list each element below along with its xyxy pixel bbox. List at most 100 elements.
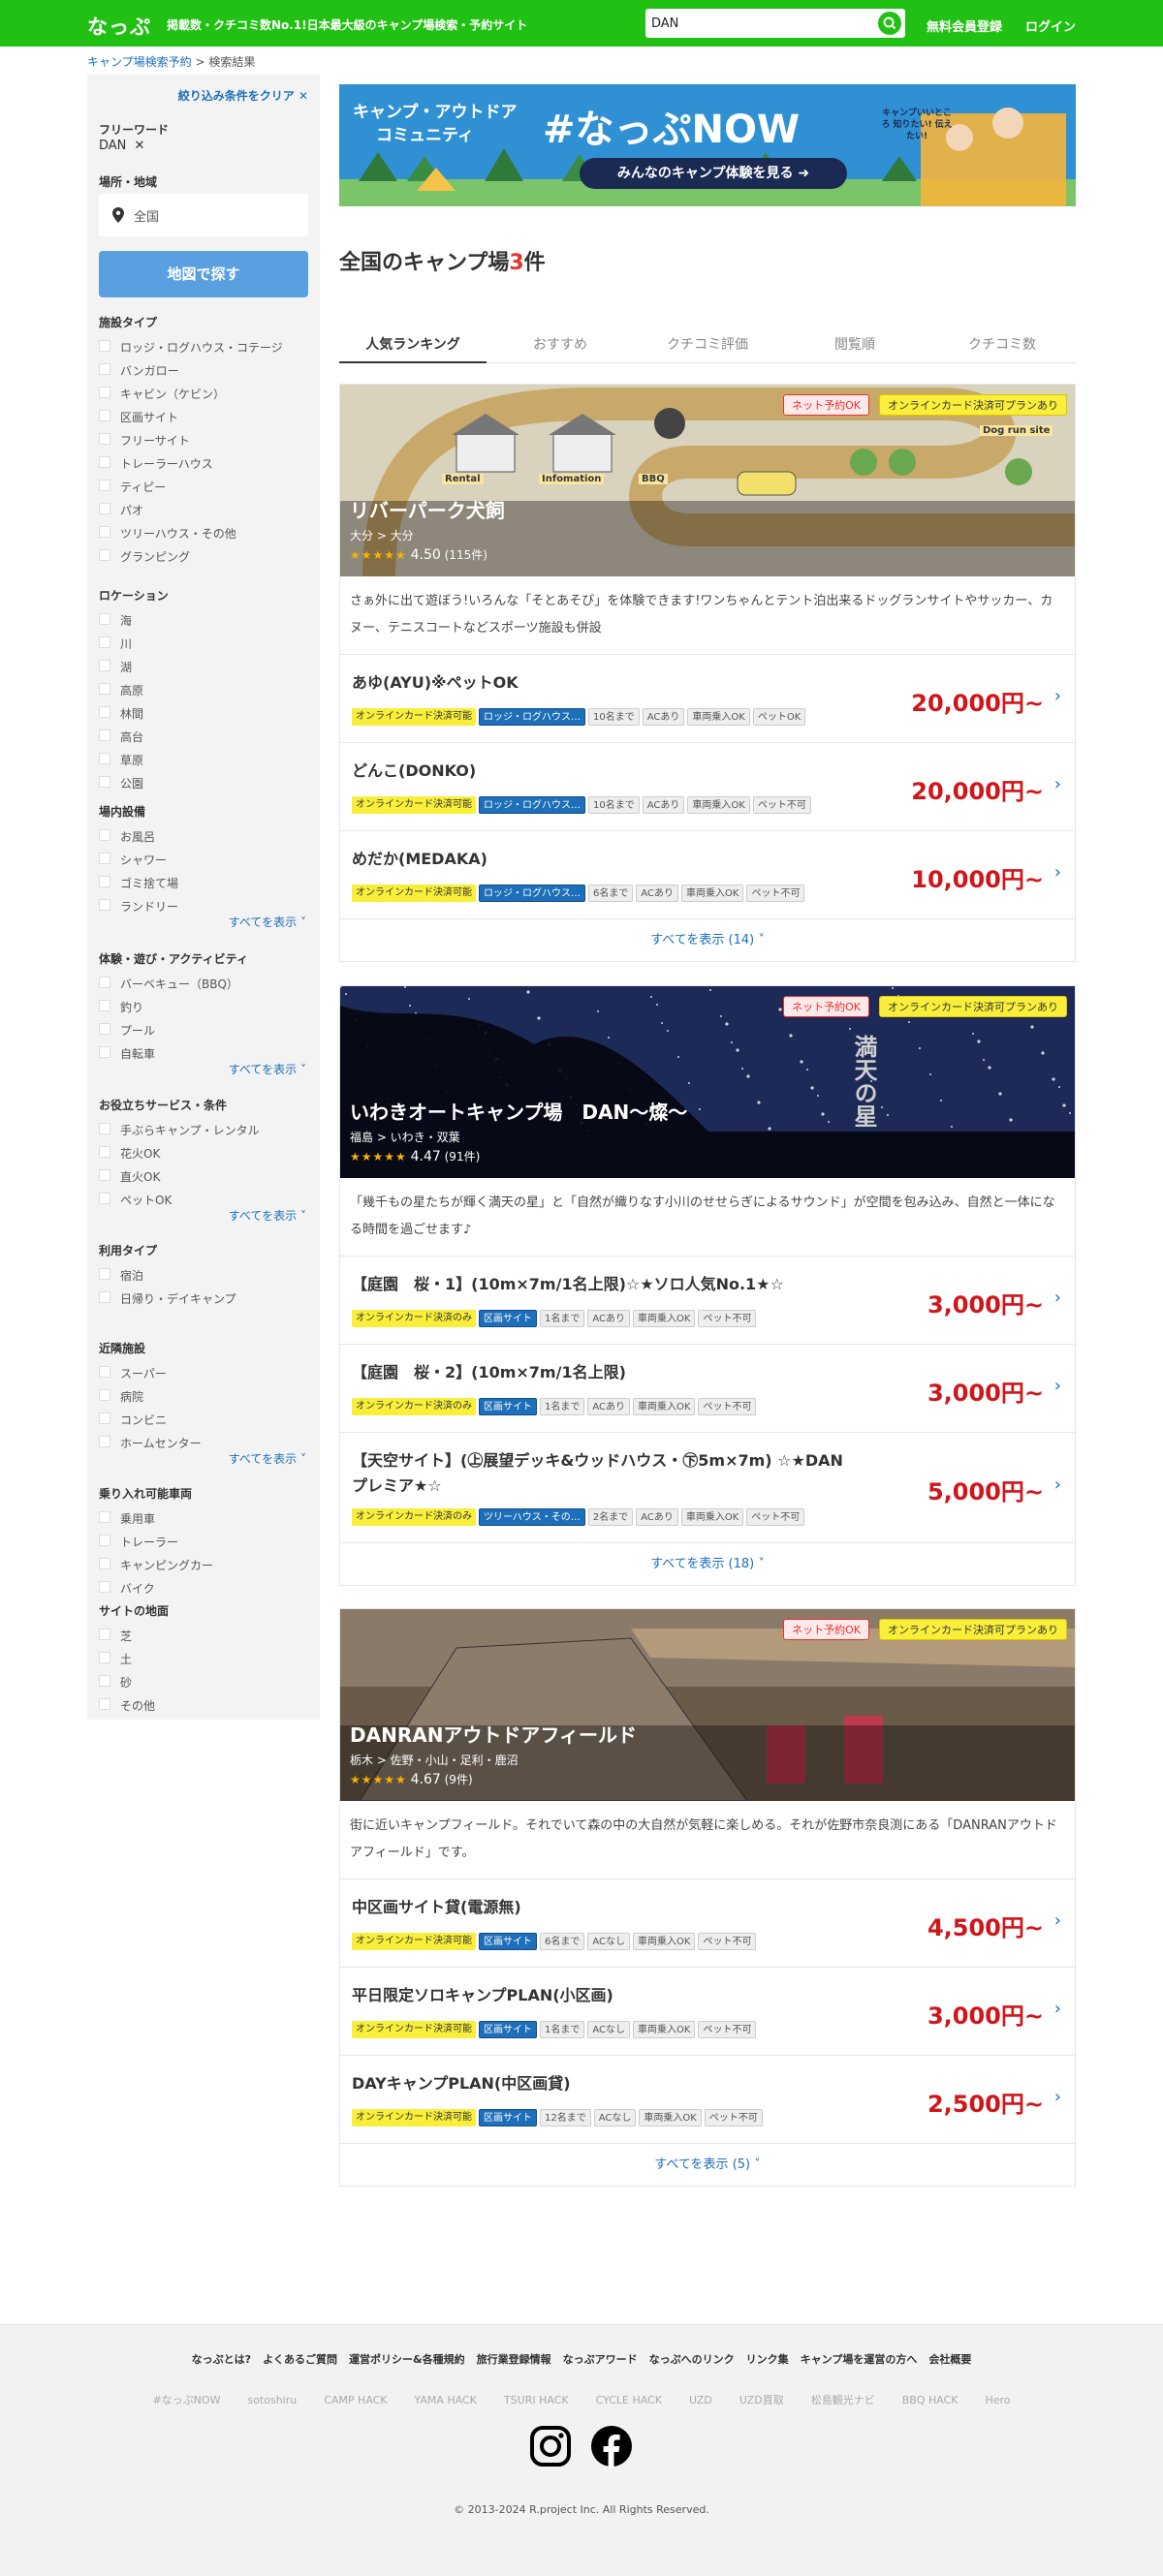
- checkbox-box[interactable]: [99, 1535, 110, 1546]
- footer-link[interactable]: 運営ポリシー&各種規約: [349, 2353, 465, 2366]
- checkbox-box[interactable]: [99, 1000, 110, 1011]
- facebook-icon[interactable]: [590, 2425, 633, 2467]
- footer-site-link[interactable]: sotoshiru: [247, 2394, 297, 2406]
- checkbox-box[interactable]: [99, 753, 110, 764]
- plan-name[interactable]: 中区画サイト貸(電源無): [352, 1895, 856, 1920]
- plan-name[interactable]: 【天空サイト】(㊤展望デッキ&ウッドハウス・㊦5m×7m) ☆★DANプレミア★…: [352, 1448, 856, 1499]
- checkbox-box[interactable]: [99, 1629, 110, 1640]
- footer-link[interactable]: よくあるご質問: [263, 2353, 337, 2366]
- checkbox-box[interactable]: [99, 1366, 110, 1378]
- review-count[interactable]: (115件): [445, 548, 487, 562]
- show-all-plans-link[interactable]: すべてを表示 (18) ˅: [340, 1542, 1075, 1585]
- campsite-card[interactable]: Rental Infomation BBQ Dog run site ネット予約OK オン…: [339, 384, 1076, 962]
- campsite-name[interactable]: いわきオートキャンプ場 DAN〜燦〜: [350, 1097, 687, 1125]
- sort-tab[interactable]: クチコミ評価: [634, 334, 781, 354]
- site-logo[interactable]: なっぷ: [87, 12, 151, 41]
- chevron-right-icon[interactable]: ›: [1054, 686, 1061, 706]
- sort-tab[interactable]: クチコミ数: [928, 334, 1076, 354]
- checkbox-box[interactable]: [99, 549, 110, 561]
- review-count[interactable]: (91件): [445, 1150, 481, 1164]
- campsite-card[interactable]: ネット予約OK オンラインカード決済可プランあり DANRANアウトドアフィールド栃…: [339, 1608, 1076, 2187]
- area-selector[interactable]: 全国: [99, 194, 308, 236]
- plan-name[interactable]: あゆ(AYU)※ペットOK: [352, 670, 856, 696]
- checkbox-box[interactable]: [99, 526, 110, 538]
- checkbox-box[interactable]: [99, 1511, 110, 1523]
- footer-link[interactable]: 会社概要: [928, 2353, 971, 2366]
- footer-site-link[interactable]: #なっぷNOW: [152, 2394, 220, 2406]
- checkbox-box[interactable]: [99, 1652, 110, 1663]
- chevron-right-icon[interactable]: ›: [1054, 774, 1061, 794]
- napp-now-banner[interactable]: キャンプ・アウトドア コミュニティ #なっぷNOW みんなのキャンプ体験を見る …: [339, 84, 1076, 206]
- checkbox-box[interactable]: [99, 456, 110, 468]
- plan-row[interactable]: 【庭園 桜・2】(10m×7m/1名上限) オンラインカード決済のみ 区画サイト 1名…: [340, 1344, 1075, 1432]
- show-more-filters-link[interactable]: すべてを表示 ˅: [229, 1207, 306, 1224]
- login-link[interactable]: ログイン: [1025, 16, 1076, 35]
- plan-row[interactable]: あゆ(AYU)※ペットOK オンラインカード決済可能 ロッジ・ログハウス… 10名まで…: [340, 654, 1075, 742]
- checkbox-box[interactable]: [99, 1123, 110, 1134]
- checkbox-box[interactable]: [99, 1291, 110, 1303]
- chevron-right-icon[interactable]: ›: [1054, 1288, 1061, 1308]
- checkbox-box[interactable]: [99, 1146, 110, 1158]
- checkbox-box[interactable]: [99, 363, 110, 375]
- footer-link[interactable]: キャンプ場を運営の方へ: [801, 2353, 918, 2366]
- checkbox-box[interactable]: [99, 1412, 110, 1424]
- sort-tab[interactable]: 閲覧順: [781, 334, 928, 354]
- banner-cta-button[interactable]: みんなのキャンプ体験を見る ➜: [580, 158, 847, 189]
- footer-link[interactable]: なっぷとは?: [192, 2353, 251, 2366]
- footer-site-link[interactable]: 松島観光ナビ: [811, 2394, 875, 2406]
- footer-site-link[interactable]: UZD: [689, 2394, 712, 2406]
- show-more-filters-link[interactable]: すべてを表示 ˅: [229, 1061, 306, 1077]
- footer-link[interactable]: なっぷアワード: [563, 2353, 638, 2366]
- checkbox-box[interactable]: [99, 480, 110, 491]
- footer-site-link[interactable]: CAMP HACK: [324, 2394, 387, 2406]
- freeword-chip[interactable]: DAN ✕: [99, 139, 144, 153]
- checkbox-box[interactable]: [99, 706, 110, 718]
- campsite-card[interactable]: 満天の星 ネット予約OK オンラインカード決済可プランあり いわきオートキャンプ場 D…: [339, 985, 1076, 1586]
- plan-row[interactable]: どんこ(DONKO) オンラインカード決済可能 ロッジ・ログハウス… 10名まで ACあ…: [340, 742, 1075, 830]
- plan-name[interactable]: 平日限定ソロキャンプPLAN(小区画): [352, 1983, 856, 2008]
- plan-row[interactable]: 中区画サイト貸(電源無) オンラインカード決済可能 区画サイト 6名まで ACなし 車両乗…: [340, 1878, 1075, 1967]
- map-search-button[interactable]: 地図で探す: [99, 251, 308, 297]
- chevron-right-icon[interactable]: ›: [1054, 1376, 1061, 1396]
- breadcrumb-home[interactable]: キャンプ場検索予約: [87, 55, 192, 69]
- plan-row[interactable]: 平日限定ソロキャンプPLAN(小区画) オンラインカード決済可能 区画サイト 1名まで…: [340, 1967, 1075, 2055]
- footer-site-link[interactable]: Hero: [985, 2394, 1010, 2406]
- clear-filters-link[interactable]: 絞り込み条件をクリア ✕: [178, 87, 308, 104]
- search-button[interactable]: [878, 12, 901, 35]
- checkbox-box[interactable]: [99, 1046, 110, 1058]
- checkbox-box[interactable]: [99, 1169, 110, 1181]
- plan-name[interactable]: めだか(MEDAKA): [352, 847, 856, 872]
- chevron-right-icon[interactable]: ›: [1054, 862, 1061, 883]
- chevron-right-icon[interactable]: ›: [1054, 1910, 1061, 1931]
- checkbox-box[interactable]: [99, 1268, 110, 1280]
- register-link[interactable]: 無料会員登録: [927, 16, 1002, 35]
- checkbox-box[interactable]: [99, 899, 110, 911]
- checkbox-box[interactable]: [99, 829, 110, 841]
- checkbox-box[interactable]: [99, 1698, 110, 1710]
- checkbox-box[interactable]: [99, 660, 110, 671]
- remove-icon[interactable]: ✕: [135, 139, 145, 153]
- checkbox-box[interactable]: [99, 1389, 110, 1401]
- plan-name[interactable]: 【庭園 桜・1】(10m×7m/1名上限)☆★ソロ人気No.1★☆: [352, 1272, 856, 1297]
- footer-site-link[interactable]: BBQ HACK: [902, 2394, 959, 2406]
- checkbox-box[interactable]: [99, 636, 110, 648]
- plan-row[interactable]: DAYキャンプPLAN(中区画貸) オンラインカード決済可能 区画サイト 12名まで A…: [340, 2055, 1075, 2143]
- footer-site-link[interactable]: CYCLE HACK: [596, 2394, 662, 2406]
- checkbox-box[interactable]: [99, 340, 110, 352]
- chevron-right-icon[interactable]: ›: [1054, 1999, 1061, 2019]
- checkbox-box[interactable]: [99, 1558, 110, 1569]
- plan-row[interactable]: めだか(MEDAKA) オンラインカード決済可能 ロッジ・ログハウス… 6名まで ACあ…: [340, 830, 1075, 918]
- checkbox-box[interactable]: [99, 876, 110, 887]
- checkbox-box[interactable]: [99, 433, 110, 445]
- footer-link[interactable]: 旅行業登録情報: [477, 2353, 551, 2366]
- footer-link[interactable]: リンク集: [746, 2353, 789, 2366]
- footer-link[interactable]: なっぷへのリンク: [649, 2353, 735, 2366]
- checkbox-box[interactable]: [99, 503, 110, 514]
- checkbox-box[interactable]: [99, 410, 110, 421]
- show-more-filters-link[interactable]: すべてを表示 ˅: [229, 1450, 306, 1467]
- chevron-right-icon[interactable]: ›: [1054, 1474, 1061, 1495]
- chevron-right-icon[interactable]: ›: [1054, 2087, 1061, 2107]
- show-all-plans-link[interactable]: すべてを表示 (5) ˅: [340, 2143, 1075, 2186]
- checkbox-box[interactable]: [99, 1193, 110, 1204]
- campsite-name[interactable]: リバーパーク犬飼: [350, 495, 505, 523]
